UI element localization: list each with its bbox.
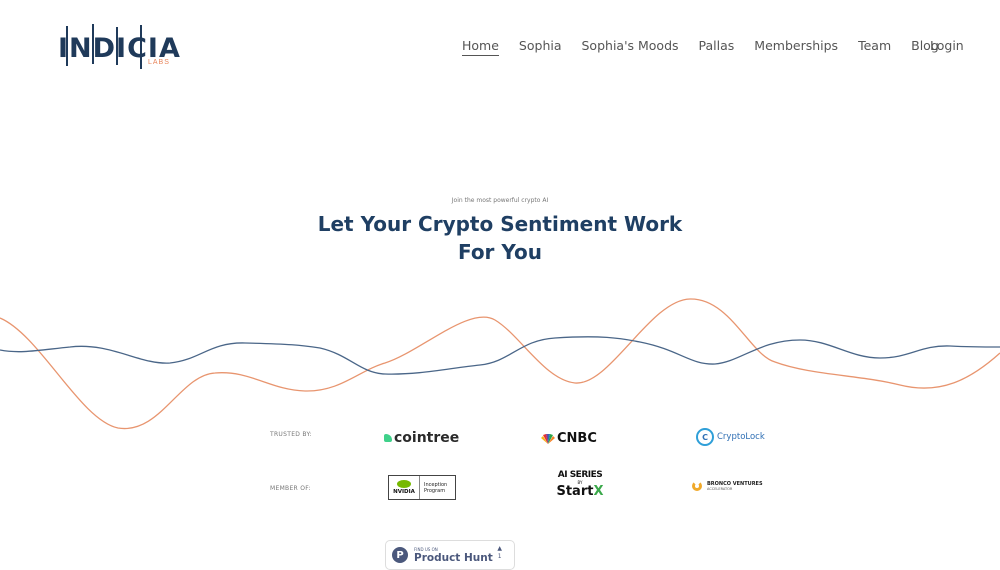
- hero-title-line2: For You: [457, 240, 543, 264]
- nvidia-program-text: Inception Program: [420, 482, 447, 494]
- logo-subtitle: LABS: [148, 59, 170, 66]
- nav-sophia[interactable]: Sophia: [519, 38, 562, 56]
- wave-orange: [0, 298, 1000, 430]
- cointree-leaf-icon: [384, 434, 392, 442]
- product-hunt-text: FIND US ON Product Hunt: [414, 547, 493, 564]
- nav-pallas[interactable]: Pallas: [699, 38, 735, 56]
- nav-memberships[interactable]: Memberships: [754, 38, 838, 56]
- product-hunt-title: Product Hunt: [414, 551, 493, 564]
- startx-wordmark: StartX: [550, 485, 610, 499]
- startx-x: X: [593, 484, 604, 499]
- cnbc-wordmark: CNBC: [557, 431, 597, 446]
- cnbc-logo[interactable]: CNBC: [540, 431, 597, 446]
- cryptolock-logo[interactable]: C CryptoLock: [696, 428, 765, 446]
- wave-blue: [0, 336, 1000, 375]
- nvidia-inception-logo[interactable]: NVIDIA Inception Program: [388, 475, 456, 500]
- startx-ai-series: AI SERIES: [557, 470, 603, 480]
- decorative-waves: [0, 298, 1000, 430]
- member-of-label: MEMBER OF:: [270, 485, 311, 492]
- upvote-triangle-icon: ▲: [497, 545, 502, 552]
- trusted-by-label: TRUSTED BY:: [270, 431, 312, 438]
- cointree-logo[interactable]: cointree: [384, 430, 459, 446]
- horseshoe-icon: [692, 481, 702, 491]
- nav-home[interactable]: Home: [462, 38, 499, 56]
- nav-team[interactable]: Team: [858, 38, 891, 56]
- nvidia-line2: Program: [424, 487, 446, 494]
- nvidia-eye-icon: [397, 480, 411, 488]
- startx-logo[interactable]: AI SERIES BY StartX: [550, 470, 610, 499]
- hero-eyebrow: Join the most powerful crypto AI: [451, 197, 549, 204]
- nvidia-wordmark: NVIDIA: [393, 489, 415, 495]
- vote-count: 1: [497, 553, 502, 560]
- main-nav: Home Sophia Sophia's Moods Pallas Member…: [462, 38, 964, 56]
- nav-sophias-moods[interactable]: Sophia's Moods: [582, 38, 679, 56]
- cnbc-peacock-icon: [541, 433, 555, 444]
- cryptolock-wordmark: CryptoLock: [717, 432, 765, 442]
- nvidia-mark: NVIDIA: [389, 476, 420, 499]
- hero-title-line1: Let Your Crypto Sentiment Work: [317, 212, 683, 236]
- nvidia-line1: Inception: [424, 481, 448, 488]
- product-hunt-votes: ▲ 1: [497, 545, 502, 561]
- bronco-ventures-logo[interactable]: BRONCO VENTURES ACCELERATOR: [692, 481, 763, 491]
- bronco-subtitle: ACCELERATOR: [707, 487, 733, 491]
- cryptolock-ring-icon: C: [696, 428, 714, 446]
- cointree-wordmark: cointree: [394, 430, 460, 446]
- startx-start: Start: [556, 484, 594, 499]
- indicia-labs-logo[interactable]: INDICIA LABS: [58, 24, 180, 70]
- product-hunt-icon: P: [392, 547, 408, 563]
- bronco-text: BRONCO VENTURES ACCELERATOR: [707, 481, 763, 491]
- product-hunt-badge[interactable]: P FIND US ON Product Hunt ▲ 1: [385, 540, 515, 570]
- hero-title: Let Your Crypto Sentiment Work For You: [300, 210, 700, 266]
- login-link[interactable]: Login: [930, 38, 964, 55]
